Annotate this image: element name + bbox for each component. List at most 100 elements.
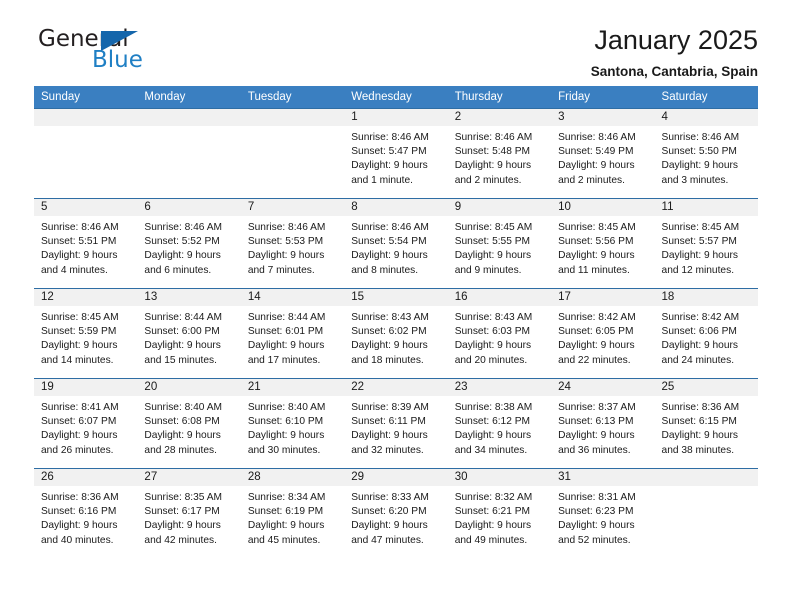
day-details: Sunrise: 8:45 AM Sunset: 5:56 PM Daylight:… bbox=[551, 216, 654, 278]
day-detail-line: Sunrise: 8:35 AM bbox=[144, 492, 223, 503]
day-detail-line: Daylight: 9 hours bbox=[144, 250, 221, 262]
day-number: 12 bbox=[34, 289, 138, 306]
calendar-week-row: 1 Sunrise: 8:46 AM Sunset: 5:47 PM Daylight… bbox=[34, 108, 758, 199]
day-detail-line: Sunset: 6:11 PM bbox=[351, 416, 426, 428]
calendar-day-cell[interactable]: 5 Sunrise: 8:46 AM Sunset: 5:51 PM Daylight… bbox=[34, 198, 138, 289]
day-detail-line: Sunset: 5:52 PM bbox=[144, 236, 220, 248]
day-details: Sunrise: 8:46 AM Sunset: 5:47 PM Daylight:… bbox=[344, 126, 447, 188]
calendar-day-cell[interactable]: 4 Sunrise: 8:46 AM Sunset: 5:50 PM Daylight… bbox=[654, 108, 758, 199]
day-detail-line: Sunset: 6:16 PM bbox=[41, 506, 117, 518]
calendar-day-cell[interactable]: 6 Sunrise: 8:46 AM Sunset: 5:52 PM Daylight… bbox=[137, 198, 241, 289]
calendar-day-cell[interactable]: 10 Sunrise: 8:45 AM Sunset: 5:56 PM Dayligh… bbox=[551, 198, 655, 289]
day-number: 7 bbox=[240, 199, 345, 216]
day-details: Sunrise: 8:46 AM Sunset: 5:51 PM Daylight:… bbox=[34, 216, 137, 278]
day-detail-line: Sunrise: 8:34 AM bbox=[247, 492, 326, 503]
calendar-day-cell[interactable]: 1 Sunrise: 8:46 AM Sunset: 5:47 PM Daylight… bbox=[344, 108, 448, 199]
day-detail-line: and 20 minutes. bbox=[454, 354, 528, 366]
day-number bbox=[137, 109, 241, 126]
day-detail-line: Daylight: 9 hours bbox=[558, 160, 635, 172]
day-detail-line: Daylight: 9 hours bbox=[351, 340, 428, 352]
day-detail-line: Sunset: 5:47 PM bbox=[351, 146, 427, 158]
day-details: Sunrise: 8:42 AM Sunset: 6:05 PM Daylight:… bbox=[551, 306, 654, 368]
day-detail-line: Sunrise: 8:46 AM bbox=[144, 222, 223, 233]
calendar-day-cell[interactable]: 30 Sunrise: 8:32 AM Sunset: 6:21 PM Dayligh… bbox=[447, 468, 552, 558]
calendar-day-cell[interactable]: 12 Sunrise: 8:45 AM Sunset: 5:59 PM Dayligh… bbox=[34, 288, 138, 379]
day-detail-line: Sunrise: 8:46 AM bbox=[661, 132, 740, 143]
day-detail-line: Sunset: 6:05 PM bbox=[558, 326, 634, 338]
day-detail-line: and 18 minutes. bbox=[351, 354, 424, 366]
calendar-day-cell[interactable]: 28 Sunrise: 8:34 AM Sunset: 6:19 PM Dayligh… bbox=[240, 468, 345, 558]
day-detail-line: Sunset: 6:20 PM bbox=[351, 506, 427, 518]
day-detail-line: and 2 minutes. bbox=[454, 174, 522, 186]
calendar-day-cell[interactable]: 13 Sunrise: 8:44 AM Sunset: 6:00 PM Dayligh… bbox=[137, 288, 241, 379]
day-detail-line: Sunset: 5:57 PM bbox=[661, 236, 737, 248]
calendar-day-cell[interactable]: 26 Sunrise: 8:36 AM Sunset: 6:16 PM Dayligh… bbox=[34, 468, 138, 558]
day-detail-line: Daylight: 9 hours bbox=[558, 250, 635, 262]
general-blue-logo[interactable]: General Blue bbox=[34, 26, 164, 76]
day-details: Sunrise: 8:45 AM Sunset: 5:57 PM Daylight:… bbox=[655, 216, 758, 278]
calendar-day-cell[interactable]: 3 Sunrise: 8:46 AM Sunset: 5:49 PM Daylight… bbox=[551, 108, 655, 199]
calendar-day-cell[interactable]: 19 Sunrise: 8:41 AM Sunset: 6:07 PM Dayligh… bbox=[34, 378, 138, 469]
calendar-day-cell[interactable]: 8 Sunrise: 8:46 AM Sunset: 5:54 PM Daylight… bbox=[344, 198, 448, 289]
day-detail-line: Sunrise: 8:43 AM bbox=[454, 312, 533, 323]
day-number: 29 bbox=[344, 469, 448, 486]
calendar-day-cell[interactable]: 15 Sunrise: 8:43 AM Sunset: 6:02 PM Dayligh… bbox=[344, 288, 448, 379]
day-number: 9 bbox=[447, 199, 552, 216]
day-detail-line: Sunset: 6:06 PM bbox=[661, 326, 737, 338]
day-detail-line: and 45 minutes. bbox=[247, 534, 321, 546]
day-detail-line: Sunset: 6:03 PM bbox=[454, 326, 531, 338]
calendar-day-cell[interactable]: 17 Sunrise: 8:42 AM Sunset: 6:05 PM Dayligh… bbox=[551, 288, 655, 379]
day-detail-line: Sunset: 5:54 PM bbox=[351, 236, 427, 248]
day-number: 30 bbox=[447, 469, 552, 486]
calendar-day-cell[interactable]: 7 Sunrise: 8:46 AM Sunset: 5:53 PM Daylight… bbox=[240, 198, 345, 289]
day-details: Sunrise: 8:44 AM Sunset: 6:00 PM Daylight:… bbox=[137, 306, 240, 368]
calendar-day-cell[interactable]: 31 Sunrise: 8:31 AM Sunset: 6:23 PM Dayligh… bbox=[551, 468, 655, 558]
day-detail-line: Sunset: 5:55 PM bbox=[454, 236, 531, 248]
day-detail-line: Sunset: 6:01 PM bbox=[247, 326, 324, 338]
calendar-day-cell[interactable]: 2 Sunrise: 8:46 AM Sunset: 5:48 PM Daylight… bbox=[447, 108, 552, 199]
day-detail-line: Sunset: 6:15 PM bbox=[661, 416, 737, 428]
day-details: Sunrise: 8:35 AM Sunset: 6:17 PM Daylight:… bbox=[137, 486, 240, 548]
calendar-week-row: 19 Sunrise: 8:41 AM Sunset: 6:07 PM Dayligh… bbox=[34, 378, 758, 469]
day-number: 23 bbox=[447, 379, 552, 396]
day-detail-line: Sunrise: 8:38 AM bbox=[454, 402, 533, 413]
calendar-day-cell[interactable]: 22 Sunrise: 8:39 AM Sunset: 6:11 PM Dayligh… bbox=[344, 378, 448, 469]
calendar-week-row: 26 Sunrise: 8:36 AM Sunset: 6:16 PM Dayligh… bbox=[34, 468, 758, 558]
day-detail-line: and 32 minutes. bbox=[351, 444, 424, 456]
day-details: Sunrise: 8:40 AM Sunset: 6:08 PM Daylight:… bbox=[137, 396, 240, 458]
weekday-header-wednesday: Wednesday bbox=[344, 86, 448, 109]
day-details: Sunrise: 8:38 AM Sunset: 6:12 PM Daylight:… bbox=[448, 396, 551, 458]
day-detail-line: Daylight: 9 hours bbox=[661, 430, 738, 442]
day-detail-line: Sunrise: 8:44 AM bbox=[247, 312, 326, 323]
calendar-day-cell[interactable]: 20 Sunrise: 8:40 AM Sunset: 6:08 PM Dayligh… bbox=[137, 378, 241, 469]
day-detail-line: Sunrise: 8:33 AM bbox=[351, 492, 429, 503]
calendar-day-cell[interactable]: 23 Sunrise: 8:38 AM Sunset: 6:12 PM Dayligh… bbox=[447, 378, 552, 469]
day-details: Sunrise: 8:41 AM Sunset: 6:07 PM Daylight:… bbox=[34, 396, 137, 458]
calendar-day-cell[interactable]: 21 Sunrise: 8:40 AM Sunset: 6:10 PM Dayligh… bbox=[240, 378, 345, 469]
calendar-day-cell[interactable]: 27 Sunrise: 8:35 AM Sunset: 6:17 PM Dayligh… bbox=[137, 468, 241, 558]
day-detail-line: and 9 minutes. bbox=[454, 264, 522, 276]
day-detail-line: and 28 minutes. bbox=[144, 444, 217, 456]
calendar-day-cell[interactable]: 18 Sunrise: 8:42 AM Sunset: 6:06 PM Dayligh… bbox=[654, 288, 758, 379]
day-number: 5 bbox=[34, 199, 138, 216]
day-details: Sunrise: 8:31 AM Sunset: 6:23 PM Daylight:… bbox=[551, 486, 654, 548]
weekday-header-saturday: Saturday bbox=[654, 86, 758, 109]
calendar-day-cell[interactable]: 11 Sunrise: 8:45 AM Sunset: 5:57 PM Dayligh… bbox=[654, 198, 758, 289]
calendar-day-cell[interactable]: 25 Sunrise: 8:36 AM Sunset: 6:15 PM Dayligh… bbox=[654, 378, 758, 469]
calendar-day-cell[interactable]: 14 Sunrise: 8:44 AM Sunset: 6:01 PM Dayligh… bbox=[240, 288, 345, 379]
day-detail-line: and 8 minutes. bbox=[351, 264, 419, 276]
calendar-day-cell[interactable]: 9 Sunrise: 8:45 AM Sunset: 5:55 PM Daylight… bbox=[447, 198, 552, 289]
day-detail-line: Sunrise: 8:46 AM bbox=[454, 132, 533, 143]
day-detail-line: Sunset: 6:07 PM bbox=[41, 416, 117, 428]
day-details: Sunrise: 8:46 AM Sunset: 5:54 PM Daylight:… bbox=[344, 216, 447, 278]
day-detail-line: Sunset: 6:00 PM bbox=[144, 326, 220, 338]
day-number: 31 bbox=[551, 469, 655, 486]
day-detail-line: and 14 minutes. bbox=[41, 354, 114, 366]
day-detail-line: Sunrise: 8:46 AM bbox=[351, 222, 429, 233]
day-detail-line: Sunrise: 8:36 AM bbox=[661, 402, 740, 413]
day-detail-line: and 49 minutes. bbox=[454, 534, 528, 546]
day-detail-line: Sunrise: 8:37 AM bbox=[558, 402, 636, 413]
calendar-day-cell[interactable]: 24 Sunrise: 8:37 AM Sunset: 6:13 PM Dayligh… bbox=[551, 378, 655, 469]
calendar-day-cell[interactable]: 16 Sunrise: 8:43 AM Sunset: 6:03 PM Dayligh… bbox=[447, 288, 552, 379]
calendar-day-cell[interactable]: 29 Sunrise: 8:33 AM Sunset: 6:20 PM Dayligh… bbox=[344, 468, 448, 558]
